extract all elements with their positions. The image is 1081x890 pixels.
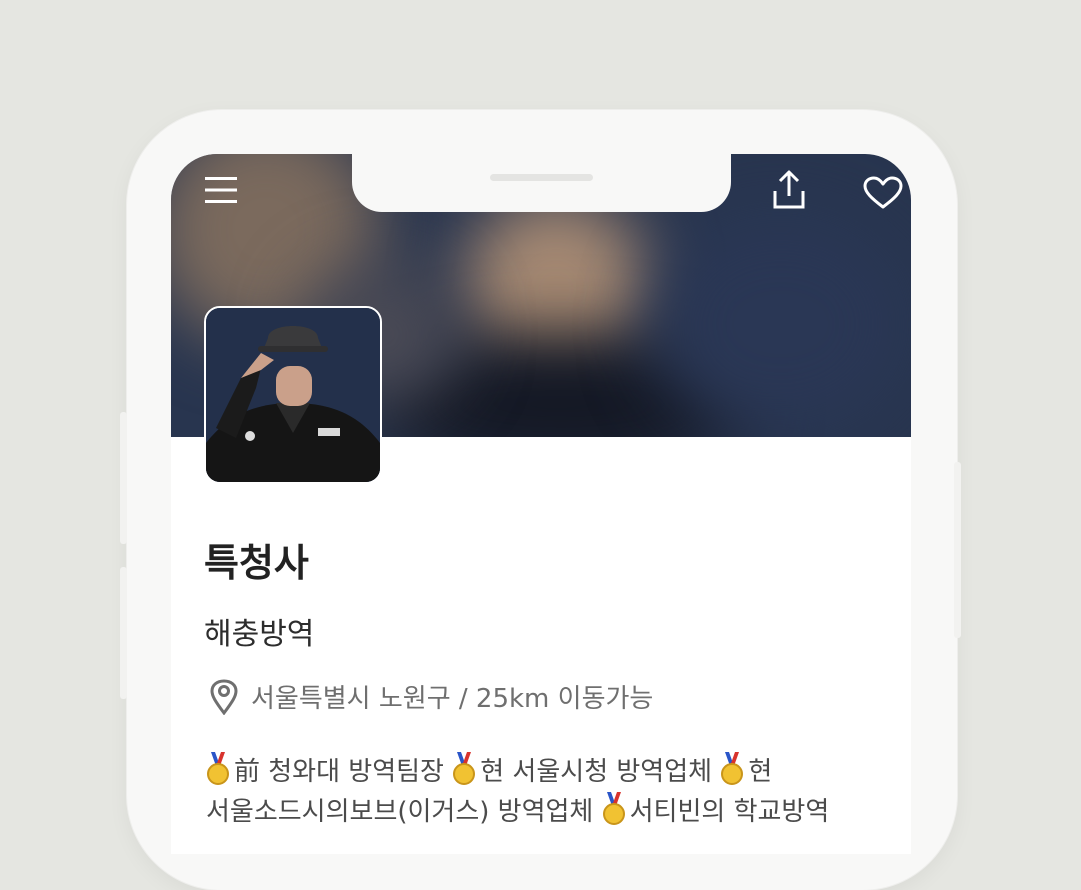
- phone-side-button: [120, 412, 127, 544]
- heart-icon[interactable]: [861, 174, 905, 212]
- location-row: 서울특별시 노원구 / 25km 이동가능: [209, 678, 654, 716]
- location-text: 서울특별시 노원구 / 25km 이동가능: [251, 684, 654, 714]
- medal-icon: [452, 752, 476, 786]
- profile-category: 해충방역: [204, 617, 315, 652]
- bio-item: 前 청와대 방역팀장: [206, 752, 452, 787]
- profile-name: 특청사: [204, 541, 309, 585]
- phone-notch: [352, 154, 731, 212]
- share-icon[interactable]: [769, 168, 809, 212]
- location-pin-icon: [209, 678, 239, 716]
- app-screen: 특청사 해충방역 서울특별시 노원구 / 25km 이동가능 前 청와대 방역팀…: [171, 154, 911, 854]
- medal-icon: [602, 792, 626, 826]
- medal-icon: [720, 752, 744, 786]
- bio-item: 서티빈의 학교방역: [602, 792, 829, 827]
- profile-avatar: [204, 306, 382, 484]
- phone-side-button: [954, 462, 961, 638]
- bio-item: 현 서울시청 방역업체: [452, 752, 720, 787]
- medal-icon: [206, 752, 230, 786]
- phone-speaker: [490, 174, 593, 181]
- profile-bio: 前 청와대 방역팀장 현 서울시청 방역업체 현 서울소드시의보브(이거스) 방…: [206, 752, 886, 832]
- phone-side-button: [120, 567, 127, 699]
- menu-icon[interactable]: [201, 172, 241, 208]
